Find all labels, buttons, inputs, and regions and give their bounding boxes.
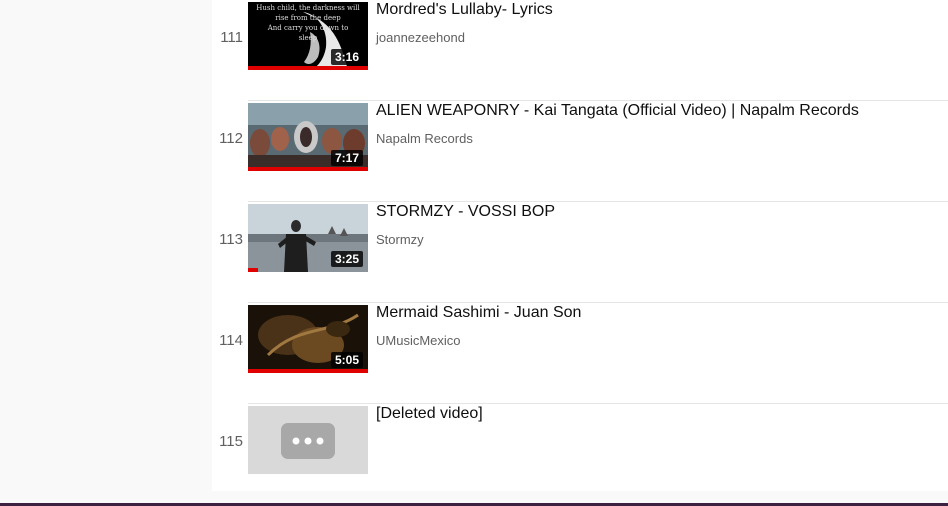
item-index: 112	[219, 130, 243, 147]
video-title[interactable]: STORMZY - VOSSI BOP	[376, 203, 555, 221]
video-thumbnail[interactable]: 7:17	[248, 103, 368, 171]
duration-badge: 7:17	[330, 150, 363, 166]
thumb-caption-line: Hush child, the darkness will	[256, 4, 360, 12]
playlist-item[interactable]: 111 Hush child, the darkness will rise f…	[212, 0, 948, 101]
watch-progress-bar	[248, 369, 368, 373]
item-index: 114	[219, 332, 243, 349]
item-index: 113	[219, 231, 243, 248]
channel-name[interactable]: Stormzy	[376, 232, 424, 247]
playlist-item[interactable]: 113 3:25 STORMZY - VOSSI BOP Stormzy	[212, 202, 948, 303]
video-thumbnail[interactable]: 5:05	[248, 305, 368, 373]
watch-progress-bar	[248, 66, 368, 70]
channel-name[interactable]: UMusicMexico	[376, 333, 461, 348]
video-title[interactable]: Mermaid Sashimi - Juan Son	[376, 304, 581, 322]
channel-name[interactable]: joannezeehond	[376, 30, 465, 45]
duration-badge: 5:05	[330, 352, 363, 368]
playlist-item[interactable]: 112 7:17 ALIEN WEAPONRY - Kai Tangata (O…	[212, 101, 948, 202]
playlist-item[interactable]: 114 5:05 Mermaid Sashimi - Juan Son UMus…	[212, 303, 948, 404]
video-thumbnail[interactable]: 3:25	[248, 204, 368, 272]
playlist-panel: 111 Hush child, the darkness will rise f…	[212, 0, 948, 505]
video-thumbnail[interactable]: Hush child, the darkness will rise from …	[248, 2, 368, 70]
duration-badge: 3:25	[330, 251, 363, 267]
video-title[interactable]: ALIEN WEAPONRY - Kai Tangata (Official V…	[376, 102, 859, 120]
thumb-caption-line: And carry you down to	[267, 24, 349, 32]
video-title[interactable]: [Deleted video]	[376, 405, 483, 423]
channel-name[interactable]: Napalm Records	[376, 131, 473, 146]
thumb-caption-line: rise from the deep	[275, 14, 341, 22]
duration-badge: 3:16	[330, 49, 363, 65]
thumb-caption-line: sleep	[298, 34, 318, 42]
deleted-video-thumbnail[interactable]	[248, 406, 368, 474]
item-index: 111	[220, 29, 243, 46]
watch-progress-bar	[248, 268, 258, 272]
item-index: 115	[219, 433, 243, 450]
watch-progress-bar	[248, 167, 368, 171]
video-title[interactable]: Mordred's Lullaby- Lyrics	[376, 1, 553, 19]
more-dots-icon	[248, 406, 368, 474]
playlist-item[interactable]: 115 [Deleted video]	[212, 404, 948, 505]
